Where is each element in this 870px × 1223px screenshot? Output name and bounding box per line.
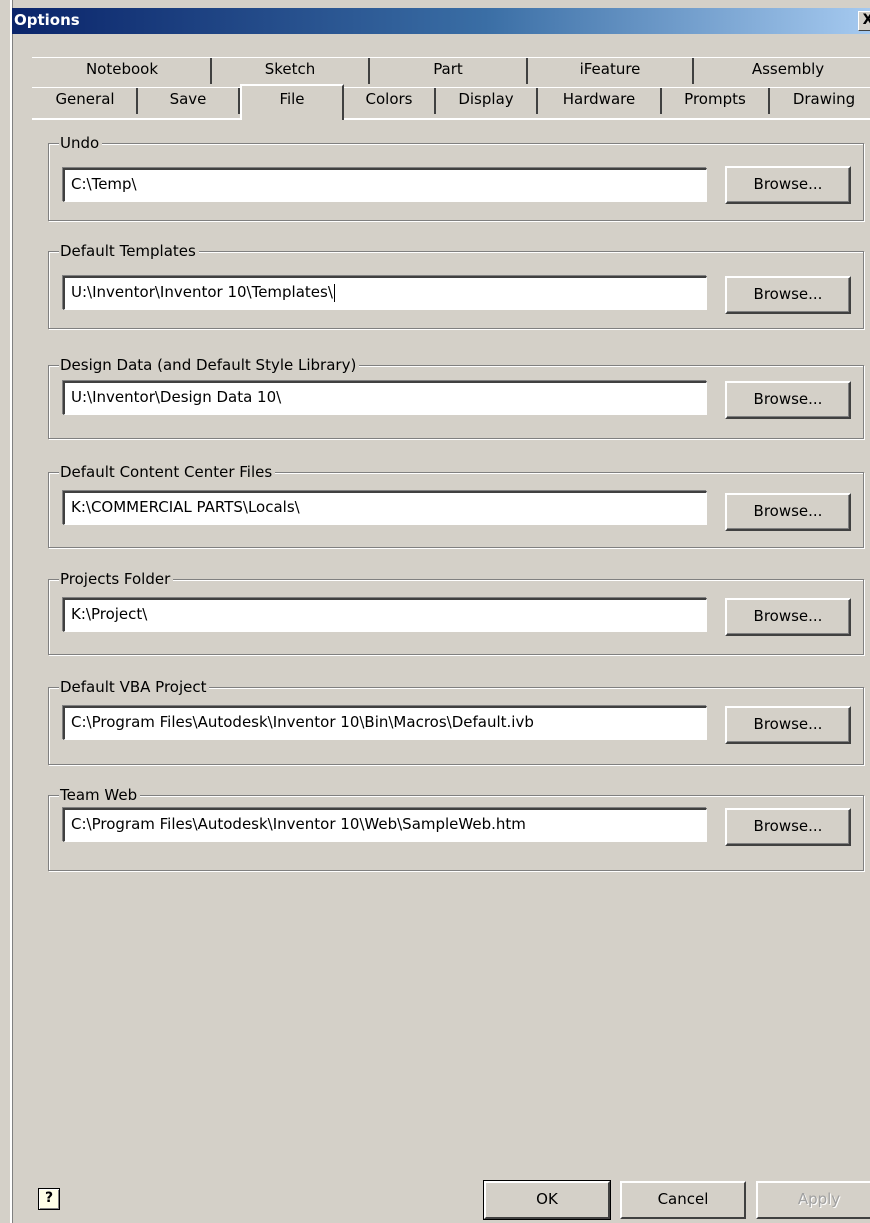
team-web-group: Team Web C:\Program Files\Autodesk\Inven… xyxy=(48,785,864,871)
ok-button[interactable]: OK xyxy=(483,1180,611,1220)
team-web-browse-button[interactable]: Browse... xyxy=(725,808,851,846)
content-center-label: Default Content Center Files xyxy=(59,462,276,482)
team-web-label: Team Web xyxy=(59,785,141,805)
default-templates-browse-button[interactable]: Browse... xyxy=(725,276,851,314)
projects-folder-group: Projects Folder K:\Project\ Browse... xyxy=(48,569,864,655)
tab-ifeature[interactable]: iFeature xyxy=(528,58,694,84)
default-templates-path-field[interactable]: U:\Inventor\Inventor 10\Templates\ xyxy=(63,276,707,310)
tab-part[interactable]: Part xyxy=(370,58,528,84)
tab-file[interactable]: File xyxy=(240,84,344,120)
tab-prompts[interactable]: Prompts xyxy=(662,88,770,114)
tab-row-top-line xyxy=(32,57,870,58)
text-caret xyxy=(333,283,335,302)
default-templates-group: Default Templates U:\Inventor\Inventor 1… xyxy=(48,241,864,329)
apply-button[interactable]: Apply xyxy=(756,1181,870,1219)
options-dialog: Options X Notebook Sketch Part iFeature … xyxy=(10,0,870,1223)
design-data-browse-button[interactable]: Browse... xyxy=(725,381,851,419)
default-templates-label: Default Templates xyxy=(59,241,199,261)
cancel-button[interactable]: Cancel xyxy=(620,1181,746,1219)
content-center-group: Default Content Center Files K:\COMMERCI… xyxy=(48,462,864,548)
tab-sketch[interactable]: Sketch xyxy=(212,58,370,84)
tab-colors[interactable]: Colors xyxy=(344,88,436,114)
title-bar[interactable]: Options X xyxy=(12,8,870,34)
undo-browse-button[interactable]: Browse... xyxy=(725,166,851,204)
content-center-path-field[interactable]: K:\COMMERCIAL PARTS\Locals\ xyxy=(63,491,707,525)
tab-general[interactable]: General xyxy=(34,88,138,114)
design-data-group: Design Data (and Default Style Library) … xyxy=(48,355,864,439)
close-button[interactable]: X xyxy=(858,11,870,31)
close-icon: X xyxy=(863,12,870,28)
team-web-path-field[interactable]: C:\Program Files\Autodesk\Inventor 10\We… xyxy=(63,808,707,842)
projects-folder-path-field[interactable]: K:\Project\ xyxy=(63,598,707,632)
help-question-icon: ? xyxy=(44,1190,54,1206)
default-templates-path-value: U:\Inventor\Inventor 10\Templates\ xyxy=(71,283,333,301)
dialog-title: Options xyxy=(14,11,80,29)
help-button[interactable]: ? xyxy=(38,1188,60,1210)
vba-project-label: Default VBA Project xyxy=(59,677,210,697)
tab-assembly[interactable]: Assembly xyxy=(694,58,870,84)
projects-folder-browse-button[interactable]: Browse... xyxy=(725,598,851,636)
content-center-browse-button[interactable]: Browse... xyxy=(725,493,851,531)
tab-save[interactable]: Save xyxy=(138,88,240,114)
undo-group: Undo C:\Temp\ Browse... xyxy=(48,133,864,221)
tab-hardware[interactable]: Hardware xyxy=(538,88,662,114)
design-data-label: Design Data (and Default Style Library) xyxy=(59,355,360,375)
undo-label: Undo xyxy=(59,133,103,153)
undo-path-field[interactable]: C:\Temp\ xyxy=(63,168,707,202)
vba-project-browse-button[interactable]: Browse... xyxy=(725,706,851,744)
vba-project-group: Default VBA Project C:\Program Files\Aut… xyxy=(48,677,864,765)
tab-display[interactable]: Display xyxy=(436,88,538,114)
vba-project-path-field[interactable]: C:\Program Files\Autodesk\Inventor 10\Bi… xyxy=(63,706,707,740)
tab-notebook[interactable]: Notebook xyxy=(34,58,212,84)
design-data-path-field[interactable]: U:\Inventor\Design Data 10\ xyxy=(63,381,707,415)
projects-folder-label: Projects Folder xyxy=(59,569,174,589)
tab-drawing[interactable]: Drawing xyxy=(770,88,870,114)
